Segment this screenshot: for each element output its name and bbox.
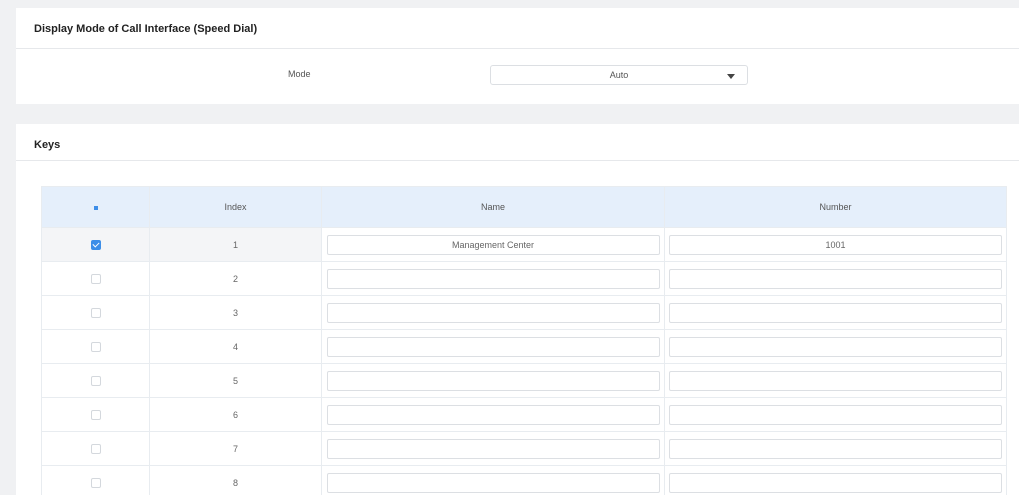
row-checkbox[interactable] (90, 341, 101, 352)
row-name-cell (321, 295, 665, 330)
column-header-number: Number (664, 186, 1007, 228)
name-input[interactable] (326, 268, 660, 289)
divider (16, 160, 1019, 161)
row-select-cell (41, 261, 150, 296)
row-number-cell (664, 329, 1007, 364)
row-checkbox[interactable] (90, 409, 101, 420)
row-index: 8 (149, 465, 322, 495)
row-index: 1 (149, 227, 322, 262)
column-header-name: Name (321, 186, 665, 228)
keys-table: Index Name Number 12345678 (41, 186, 1007, 495)
divider (16, 48, 1019, 49)
page: Display Mode of Call Interface (Speed Di… (0, 0, 1019, 495)
number-input[interactable] (669, 404, 1002, 425)
row-index: 5 (149, 363, 322, 398)
table-header-row: Index Name Number (41, 186, 1007, 228)
select-all-checkbox[interactable] (93, 205, 98, 210)
row-select-cell (41, 397, 150, 432)
table-row: 7 (41, 431, 1007, 466)
row-select-cell (41, 329, 150, 364)
row-name-cell (321, 227, 665, 262)
name-input[interactable] (326, 234, 660, 255)
mode-select-value: Auto (609, 70, 629, 80)
display-mode-panel: Display Mode of Call Interface (Speed Di… (16, 8, 1019, 104)
keys-table-body: 12345678 (41, 227, 1007, 495)
row-number-cell (664, 227, 1007, 262)
name-input[interactable] (326, 302, 660, 323)
name-input[interactable] (326, 404, 660, 425)
name-input[interactable] (326, 370, 660, 391)
row-index: 3 (149, 295, 322, 330)
row-checkbox[interactable] (90, 443, 101, 454)
keys-panel: Keys Index Name Number 12345678 (16, 124, 1019, 495)
number-input[interactable] (669, 268, 1002, 289)
row-index: 7 (149, 431, 322, 466)
row-index: 4 (149, 329, 322, 364)
row-select-cell (41, 465, 150, 495)
row-number-cell (664, 431, 1007, 466)
row-checkbox[interactable] (90, 477, 101, 488)
name-input[interactable] (326, 336, 660, 357)
row-checkbox[interactable] (90, 273, 101, 284)
table-row: 3 (41, 295, 1007, 330)
table-row: 1 (41, 227, 1007, 262)
number-input[interactable] (669, 438, 1002, 459)
name-input[interactable] (326, 438, 660, 459)
row-checkbox[interactable] (90, 307, 101, 318)
table-row: 2 (41, 261, 1007, 296)
row-select-cell (41, 363, 150, 398)
row-index: 6 (149, 397, 322, 432)
row-checkbox[interactable] (90, 375, 101, 386)
row-name-cell (321, 465, 665, 495)
number-input[interactable] (669, 370, 1002, 391)
number-input[interactable] (669, 336, 1002, 357)
table-row: 5 (41, 363, 1007, 398)
row-name-cell (321, 397, 665, 432)
row-index: 2 (149, 261, 322, 296)
table-row: 4 (41, 329, 1007, 364)
select-all-header (41, 186, 150, 228)
row-number-cell (664, 363, 1007, 398)
row-number-cell (664, 295, 1007, 330)
row-name-cell (321, 363, 665, 398)
row-name-cell (321, 261, 665, 296)
table-row: 8 (41, 465, 1007, 495)
mode-label: Mode (288, 69, 311, 79)
number-input[interactable] (669, 234, 1002, 255)
row-checkbox[interactable] (90, 239, 101, 250)
chevron-down-icon (727, 74, 735, 79)
name-input[interactable] (326, 472, 660, 493)
display-mode-title: Display Mode of Call Interface (Speed Di… (34, 23, 258, 35)
number-input[interactable] (669, 302, 1002, 323)
table-row: 6 (41, 397, 1007, 432)
column-header-index: Index (149, 186, 322, 228)
row-name-cell (321, 431, 665, 466)
mode-select[interactable]: Auto (490, 65, 748, 85)
row-number-cell (664, 465, 1007, 495)
row-name-cell (321, 329, 665, 364)
number-input[interactable] (669, 472, 1002, 493)
row-select-cell (41, 431, 150, 466)
row-select-cell (41, 295, 150, 330)
row-number-cell (664, 397, 1007, 432)
row-number-cell (664, 261, 1007, 296)
keys-title: Keys (34, 139, 61, 151)
row-select-cell (41, 227, 150, 262)
